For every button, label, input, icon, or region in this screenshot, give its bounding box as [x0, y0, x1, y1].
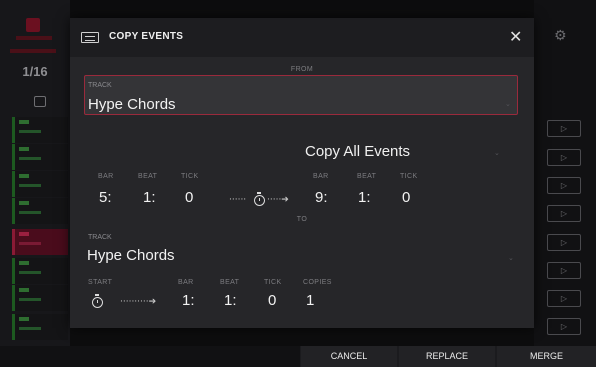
chevron-down-icon: ⌄ — [508, 254, 514, 262]
track-slot — [12, 314, 68, 340]
from-label: FROM — [290, 66, 314, 73]
stopwatch-icon — [92, 294, 103, 308]
copy-events-icon — [81, 32, 99, 43]
from-track-value: Hype Chords — [88, 96, 176, 113]
gear-icon: ⚙ — [554, 28, 567, 44]
to-bar-label: BAR — [178, 279, 194, 286]
play-icon: ▷ — [547, 262, 581, 279]
start-beat-field[interactable]: 1: — [143, 189, 156, 206]
copies-field[interactable]: 1 — [306, 292, 314, 309]
quantize-value: 1/16 — [22, 64, 48, 79]
end-beat-field[interactable]: 1: — [358, 189, 371, 206]
track-slot-selected — [12, 229, 68, 255]
to-start-label: START — [88, 279, 113, 286]
from-track-label: TRACK — [88, 82, 112, 89]
to-tick-field[interactable]: 0 — [268, 292, 276, 309]
track-slot — [12, 117, 68, 143]
play-icon: ▷ — [547, 120, 581, 137]
track-slot — [12, 144, 68, 170]
view-toggle-icon — [34, 96, 46, 107]
track-slot — [12, 198, 68, 224]
track-slot — [12, 171, 68, 197]
start-beat-label: BEAT — [138, 173, 158, 180]
start-tick-label: TICK — [181, 173, 199, 180]
end-bar-field[interactable]: 9: — [315, 189, 328, 206]
cancel-button[interactable]: CANCEL — [301, 346, 397, 367]
to-beat-label: BEAT — [220, 279, 240, 286]
chevron-down-icon: ⌄ — [505, 100, 511, 108]
range-arrow: ······ — [229, 195, 247, 205]
dialog-header: COPY EVENTS ✕ — [70, 18, 534, 57]
to-label: TO — [296, 216, 308, 223]
end-beat-label: BEAT — [357, 173, 377, 180]
replace-button[interactable]: REPLACE — [399, 346, 495, 367]
copy-events-dialog: COPY EVENTS ✕ FROM TRACK Hype Chords ⌄ C… — [70, 18, 534, 328]
merge-button[interactable]: MERGE — [497, 346, 596, 367]
play-icon: ▷ — [547, 205, 581, 222]
start-arrow: ··········➔ — [120, 297, 157, 307]
play-icon: ▷ — [547, 318, 581, 335]
track-slot — [12, 285, 68, 311]
play-icon: ▷ — [547, 290, 581, 307]
play-icon: ▷ — [547, 177, 581, 194]
start-bar-label: BAR — [98, 173, 114, 180]
copy-mode-selector[interactable]: Copy All Events — [305, 143, 410, 160]
app-logo-subtext — [10, 49, 56, 53]
to-tick-label: TICK — [264, 279, 282, 286]
stopwatch-icon — [254, 192, 265, 206]
end-tick-field[interactable]: 0 — [402, 189, 410, 206]
dialog-title: COPY EVENTS — [109, 31, 184, 42]
app-logo-text — [16, 36, 52, 40]
to-track-selector[interactable]: Hype Chords — [87, 247, 175, 264]
play-icon: ▷ — [547, 149, 581, 166]
close-icon[interactable]: ✕ — [509, 27, 522, 47]
to-bar-field[interactable]: 1: — [182, 292, 195, 309]
to-track-label: TRACK — [88, 234, 112, 241]
app-logo — [26, 18, 40, 32]
end-tick-label: TICK — [400, 173, 418, 180]
range-arrow: ·····➔ — [267, 195, 289, 205]
start-bar-field[interactable]: 5: — [99, 189, 112, 206]
background-sidebar: 1/16 — [0, 0, 70, 346]
start-tick-field[interactable]: 0 — [185, 189, 193, 206]
copies-label: COPIES — [303, 279, 332, 286]
play-icon: ▷ — [547, 234, 581, 251]
to-beat-field[interactable]: 1: — [224, 292, 237, 309]
track-slot — [12, 258, 68, 284]
end-bar-label: BAR — [313, 173, 329, 180]
from-track-selector[interactable]: TRACK Hype Chords ⌄ — [84, 75, 518, 115]
chevron-down-icon: ⌄ — [494, 149, 500, 157]
